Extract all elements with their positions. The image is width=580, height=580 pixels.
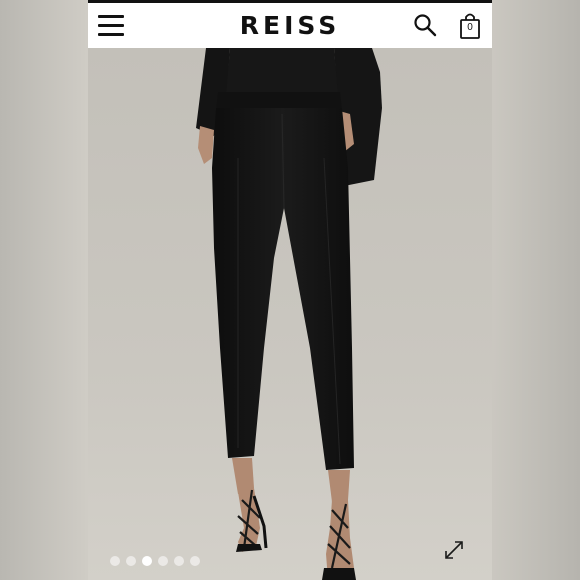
search-button[interactable] [413,13,437,37]
expand-image-button[interactable] [442,538,466,562]
product-image [88,48,492,580]
mobile-page: REISS 0 [88,0,492,580]
bag-count: 0 [467,22,473,33]
gallery-dot[interactable] [174,556,184,566]
gallery-dot[interactable] [158,556,168,566]
site-header: REISS 0 [88,0,492,48]
shopping-bag-button[interactable]: 0 [458,12,482,40]
gallery-dot-active[interactable] [142,556,152,566]
gallery-pagination [110,556,200,566]
blouse [226,48,338,96]
search-icon [414,14,437,37]
gallery-dot[interactable] [126,556,136,566]
expand-icon [445,541,463,559]
gallery-dot[interactable] [110,556,120,566]
gallery-dot[interactable] [190,556,200,566]
waistband [216,92,342,110]
